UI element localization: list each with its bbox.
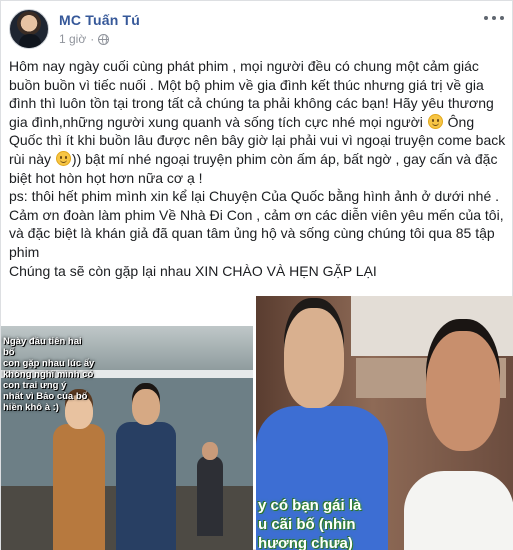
photo-right[interactable]: y có bạn gái là u cãi bố (nhìn hương chư… <box>256 296 513 550</box>
post-paragraph-1: Hôm nay ngày cuối cùng phát phim , mọi n… <box>9 58 506 186</box>
author-name[interactable]: MC Tuấn Tú <box>59 12 140 28</box>
photo-left-caption: Ngày đầu tiên hai bố con gặp nhau lúc ấy… <box>3 336 95 413</box>
photo-left[interactable]: Ngày đầu tiên hai bố con gặp nhau lúc ấy… <box>1 296 253 550</box>
meta-separator: · <box>90 32 95 46</box>
more-options-icon[interactable] <box>484 11 504 25</box>
post-timestamp[interactable]: 1 giờ <box>59 32 86 46</box>
author-avatar[interactable] <box>9 9 49 49</box>
photo-right-caption: y có bạn gái là u cãi bố (nhìn hương chư… <box>258 497 362 550</box>
smiley-emoji-icon <box>427 113 443 129</box>
globe-icon[interactable] <box>98 33 110 45</box>
post-paragraph-2: ps: thôi hết phim mình xin kể lại Chuyện… <box>9 188 504 260</box>
post-meta: 1 giờ · <box>59 32 110 46</box>
smiley-emoji-icon <box>55 150 71 166</box>
photo-grid: Ngày đầu tiên hai bố con gặp nhau lúc ấy… <box>1 296 513 550</box>
post-header: MC Tuấn Tú 1 giờ · <box>9 9 506 53</box>
post-paragraph-3: Chúng ta sẽ còn gặp lại nhau XIN CHÀO VÀ… <box>9 262 377 279</box>
post-text: Hôm nay ngày cuối cùng phát phim , mọi n… <box>9 57 509 280</box>
facebook-post: MC Tuấn Tú 1 giờ · Hôm nay ngày cuối cùn… <box>0 0 513 550</box>
